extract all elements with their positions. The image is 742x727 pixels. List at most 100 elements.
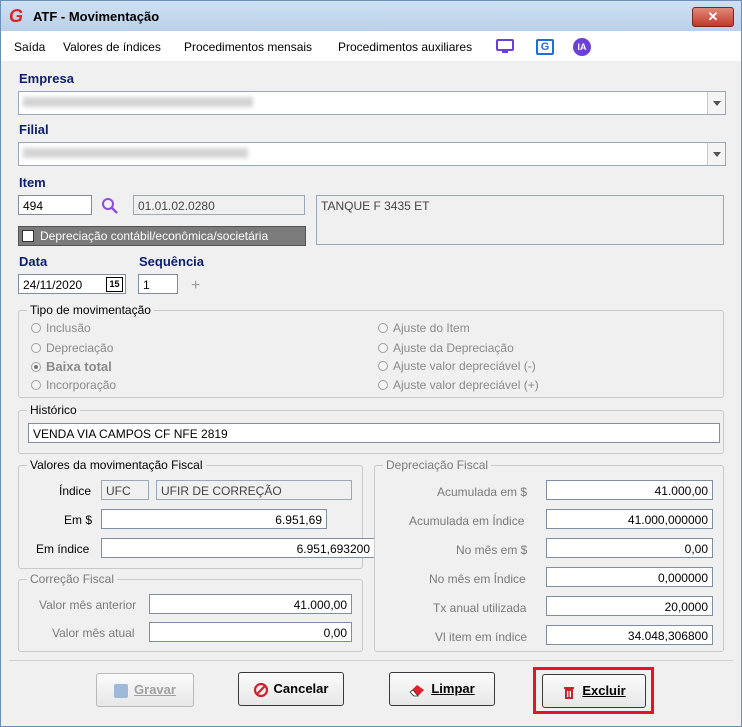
app-logo-icon: G [9,6,24,26]
monitor-icon[interactable] [496,39,514,55]
radio-dot-icon [31,343,41,353]
radio-ajuste-valor-mais[interactable]: Ajuste valor depreciável (+) [378,378,539,392]
no-mes-indice-field: 0,000000 [546,567,713,587]
tipo-movimentacao-group: Tipo de movimentação [18,303,724,398]
data-value: 24/11/2020 [23,278,83,292]
em-indice-label: Em índice [36,542,90,556]
tipo-movimentacao-title: Tipo de movimentação [27,303,154,317]
menu-procedimentos-mensais[interactable]: Procedimentos mensais [184,40,312,54]
radio-dot-icon [31,323,41,333]
indice-name-field: UFIR DE CORREÇÃO [156,480,352,500]
radio-dot-icon [31,362,41,372]
acumulada-indice-field: 41.000,000000 [546,509,713,529]
depreciacao-checkbox-label: Depreciação contábil/econômica/societári… [40,229,269,243]
vl-item-indice-field: 34.048,306800 [546,625,713,645]
radio-dot-icon [31,380,41,390]
cancelar-label: Cancelar [273,681,329,696]
radio-depreciacao-label: Depreciação [46,341,114,355]
valor-anterior-field: 41.000,00 [149,594,352,614]
cancelar-button[interactable]: Cancelar [238,672,344,706]
eraser-icon [409,684,425,696]
radio-incorporacao[interactable]: Incorporação [31,378,116,392]
radio-ajuste-depreciacao-label: Ajuste da Depreciação [393,341,514,355]
plus-icon[interactable]: + [191,277,200,295]
radio-ajuste-item[interactable]: Ajuste do Item [378,321,470,335]
valor-atual-label: Valor mês atual [52,626,135,640]
tx-anual-label: Tx anual utilizada [433,601,527,615]
search-icon[interactable] [101,197,119,215]
em-label: Em $ [64,513,93,527]
filial-select[interactable] [18,142,726,166]
radio-ajuste-item-label: Ajuste do Item [393,321,470,335]
valor-atual-field: 0,00 [149,622,352,642]
indice-label: Índice [59,484,92,498]
atf-movimentacao-window: G ATF - Movimentação ✕ Saída Valores de … [0,0,742,727]
em-input[interactable]: 6.951,69 [101,509,327,529]
acumulada-indice-label: Acumulada em Índice [409,514,525,528]
depreciacao-fiscal-title: Depreciação Fiscal [383,458,492,472]
excluir-button[interactable]: Excluir [542,674,646,708]
radio-dot-icon [378,343,388,353]
menu-bar: Saída Valores de índices Procedimentos m… [1,31,741,61]
valores-title: Valores da movimentação Fiscal [27,458,206,472]
filial-label: Filial [19,122,49,137]
radio-ajuste-valor-menos[interactable]: Ajuste valor depreciável (-) [378,359,536,373]
tx-anual-field: 20,0000 [546,596,713,616]
no-mes-label: No mês em $ [456,543,528,557]
radio-incorporacao-label: Incorporação [46,378,117,392]
no-mes-field: 0,00 [546,538,713,558]
depreciacao-checkbox[interactable] [22,230,34,242]
chevron-down-icon[interactable] [707,92,725,114]
limpar-label: Limpar [431,681,475,696]
title-bar[interactable]: G ATF - Movimentação ✕ [1,1,741,31]
item-code-input[interactable]: 494 [18,195,92,215]
radio-baixa-total[interactable]: Baixa total [31,359,112,374]
bottom-divider [9,660,733,661]
trash-icon [564,686,575,699]
radio-ajuste-valor-menos-label: Ajuste valor depreciável (-) [393,359,536,373]
depreciacao-checkbox-row[interactable]: Depreciação contábil/econômica/societári… [18,226,306,246]
radio-inclusao-label: Inclusão [46,321,91,335]
empresa-redacted-value [23,97,253,107]
close-button[interactable]: ✕ [692,7,734,27]
calendar-icon[interactable]: 15 [106,277,123,292]
em-indice-input[interactable]: 6.951,693200 [101,538,375,558]
radio-ajuste-depreciacao[interactable]: Ajuste da Depreciação [378,341,514,355]
cancel-icon [253,682,268,697]
radio-baixa-total-label: Baixa total [46,359,112,374]
vl-item-indice-label: Vl item em índice [435,630,528,644]
historico-title: Histórico [27,403,80,417]
menu-saida[interactable]: Saída [14,40,45,54]
item-label: Item [19,175,46,190]
valor-anterior-label: Valor mês anterior [39,598,137,612]
item-account-field: 01.01.02.0280 [133,195,305,215]
radio-inclusao[interactable]: Inclusão [31,321,91,335]
item-description-field: TANQUE F 3435 ET [316,195,724,245]
radio-depreciacao[interactable]: Depreciação [31,341,113,355]
indice-code-field: UFC [101,480,149,500]
menu-procedimentos-auxiliares[interactable]: Procedimentos auxiliares [338,40,472,54]
sequencia-input[interactable]: 1 [138,274,178,294]
menu-valores-indices[interactable]: Valores de índices [63,40,161,54]
gravar-label: Gravar [134,682,176,697]
radio-dot-icon [378,361,388,371]
g-logo-icon[interactable]: G [536,39,554,55]
correcao-title: Correção Fiscal [27,572,118,586]
radio-dot-icon [378,323,388,333]
acumulada-field: 41.000,00 [546,480,713,500]
limpar-button[interactable]: Limpar [389,672,495,706]
window-title: ATF - Movimentação [33,9,160,24]
gravar-button[interactable]: Gravar [96,673,194,707]
save-icon [114,683,129,698]
radio-dot-icon [378,380,388,390]
data-label: Data [19,254,48,269]
historico-input[interactable]: VENDA VIA CAMPOS CF NFE 2819 [28,423,720,443]
ia-icon[interactable]: IA [573,38,591,56]
excluir-label: Excluir [582,683,626,698]
chevron-down-icon[interactable] [707,143,725,165]
sequencia-label: Sequência [139,254,205,269]
no-mes-indice-label: No mês em Índice [429,572,526,586]
filial-redacted-value [23,148,248,158]
empresa-select[interactable] [18,91,726,115]
empresa-label: Empresa [19,71,74,86]
